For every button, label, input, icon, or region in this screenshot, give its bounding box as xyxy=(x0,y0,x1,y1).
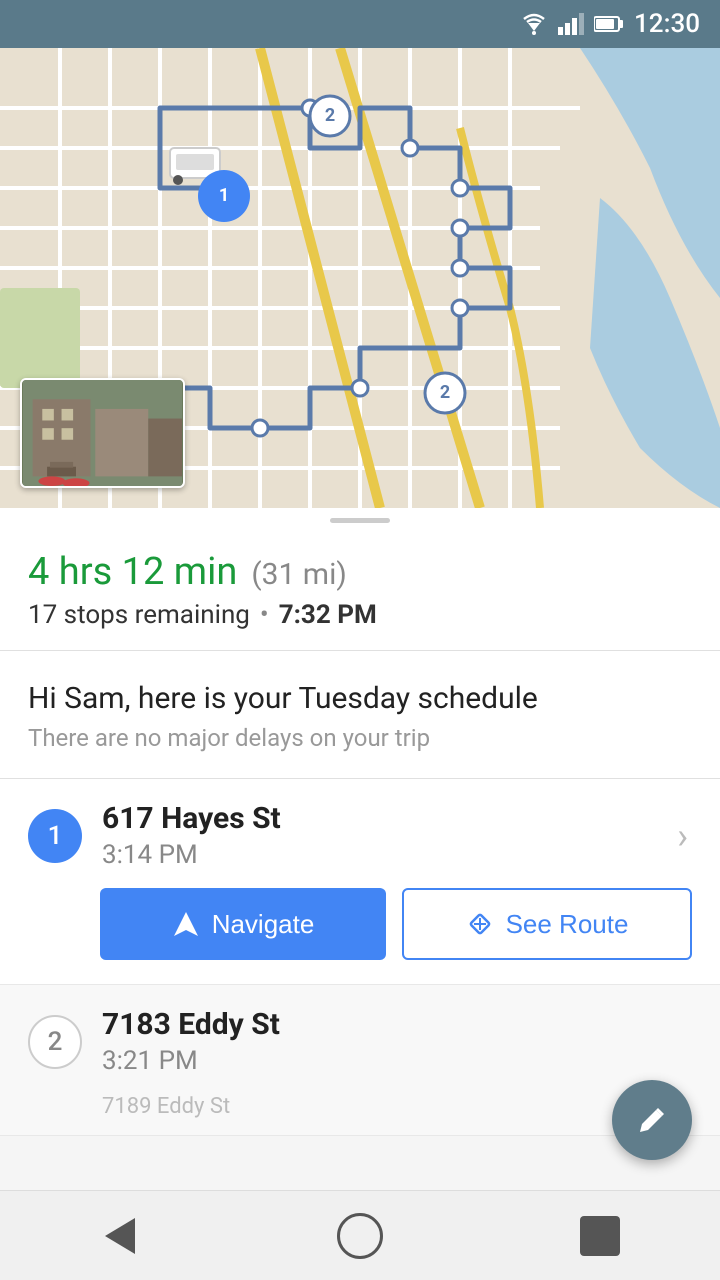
route-eta: 7:32 PM xyxy=(279,600,377,630)
map-area[interactable]: 2 2 1 xyxy=(0,48,720,508)
dot-separator: • xyxy=(260,600,269,630)
stop-time-2: 3:21 PM xyxy=(102,1046,692,1076)
status-bar: 12:30 xyxy=(0,0,720,48)
stops-remaining: 17 stops remaining xyxy=(28,600,250,630)
back-icon xyxy=(105,1218,135,1254)
svg-text:2: 2 xyxy=(325,105,335,126)
stop-address-2: 7183 Eddy St xyxy=(102,1007,692,1042)
navigate-button[interactable]: Navigate xyxy=(100,888,386,960)
stop-address-1: 617 Hayes St xyxy=(102,801,657,836)
route-distance: (31 mi) xyxy=(251,557,346,592)
stops-row: 17 stops remaining • 7:32 PM xyxy=(28,600,692,630)
see-route-button[interactable]: See Route xyxy=(402,888,692,960)
house-image xyxy=(22,380,183,486)
stop-badge-2: 2 xyxy=(28,1015,82,1069)
drag-handle[interactable] xyxy=(0,508,720,532)
home-icon xyxy=(337,1213,383,1259)
status-icons: 12:30 xyxy=(520,9,700,39)
route-info-panel: 4 hrs 12 min (31 mi) 17 stops remaining … xyxy=(0,532,720,651)
edit-fab[interactable] xyxy=(612,1080,692,1160)
stop-badge-1: 1 xyxy=(28,809,82,863)
action-buttons: Navigate See Route xyxy=(0,888,720,984)
stop-header-1[interactable]: 1 617 Hayes St 3:14 PM › xyxy=(0,779,720,888)
schedule-status: There are no major delays on your trip xyxy=(28,724,692,752)
edit-icon xyxy=(634,1102,670,1138)
route-icon xyxy=(466,910,494,938)
status-time: 12:30 xyxy=(634,9,700,39)
stop-icon xyxy=(580,1216,620,1256)
battery-icon xyxy=(594,15,624,33)
wifi-icon xyxy=(520,13,548,35)
stop-time-1: 3:14 PM xyxy=(102,840,657,870)
schedule-section: Hi Sam, here is your Tuesday schedule Th… xyxy=(0,651,720,779)
street-thumbnail[interactable] xyxy=(20,378,185,488)
signal-icon xyxy=(558,13,584,35)
svg-text:2: 2 xyxy=(440,382,450,403)
route-duration: 4 hrs 12 min xyxy=(28,550,237,594)
nav-stop-button[interactable] xyxy=(570,1206,630,1266)
stop-header-2[interactable]: 2 7183 Eddy St 3:21 PM xyxy=(0,985,720,1094)
nav-back-button[interactable] xyxy=(90,1206,150,1266)
stop-info-1: 617 Hayes St 3:14 PM xyxy=(102,801,657,870)
stop-item-1: 1 617 Hayes St 3:14 PM › Navigate See Ro… xyxy=(0,779,720,985)
navigate-icon xyxy=(172,910,200,938)
nav-home-button[interactable] xyxy=(330,1206,390,1266)
schedule-title: Hi Sam, here is your Tuesday schedule xyxy=(28,681,692,716)
stop-info-2: 7183 Eddy St 3:21 PM xyxy=(102,1007,692,1076)
time-row: 4 hrs 12 min (31 mi) xyxy=(28,550,692,594)
drag-pill xyxy=(330,518,390,523)
chevron-right-icon: › xyxy=(677,815,692,857)
bottom-nav xyxy=(0,1190,720,1280)
svg-text:1: 1 xyxy=(219,185,229,206)
